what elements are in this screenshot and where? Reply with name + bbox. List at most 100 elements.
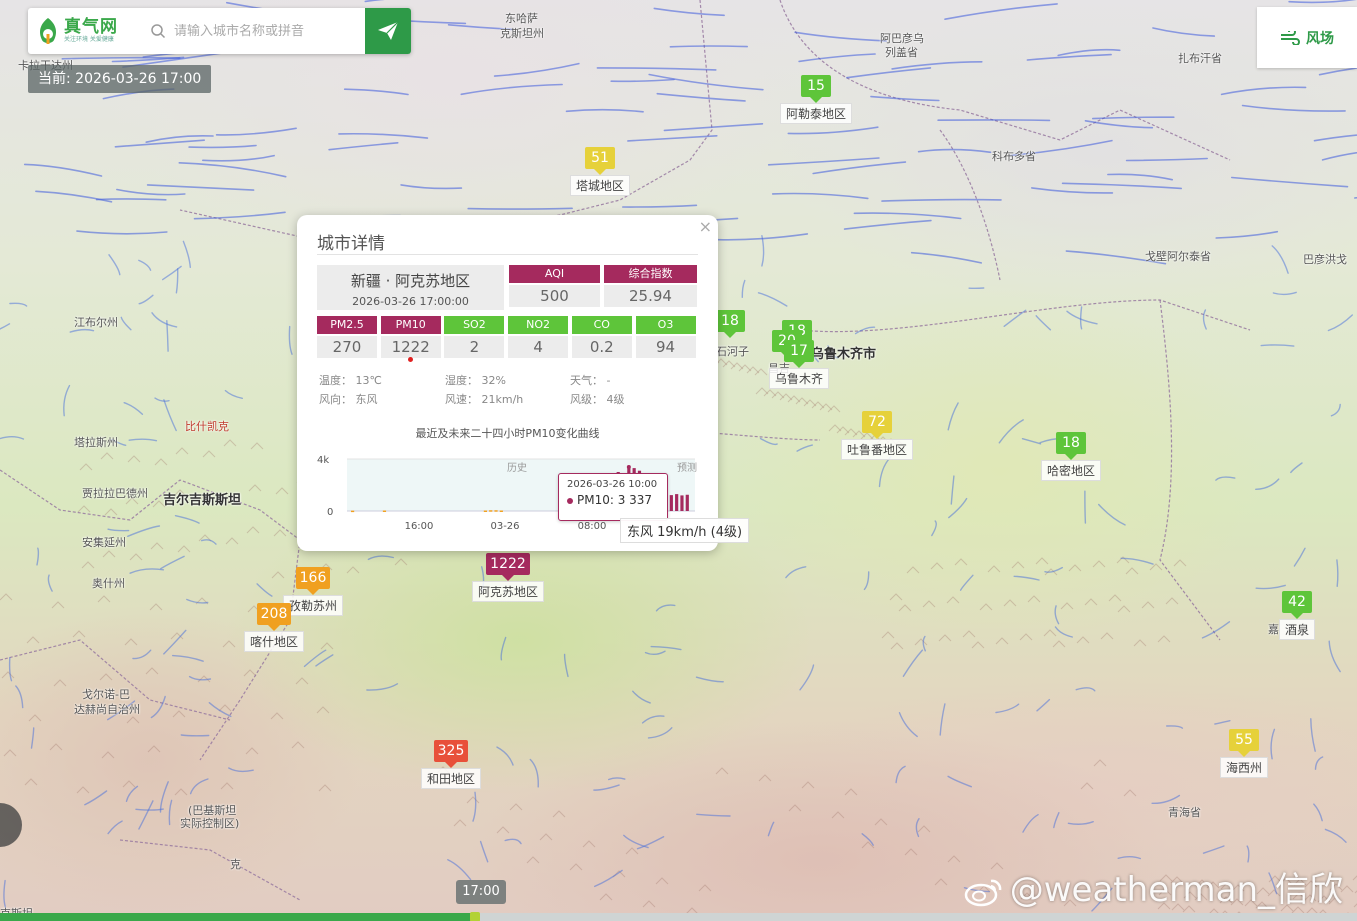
wind-streamline xyxy=(467,207,573,210)
wind-streamline xyxy=(1120,557,1154,565)
wind-streamline xyxy=(944,3,1058,20)
wind-streamline xyxy=(1215,230,1279,239)
wind-streamline xyxy=(114,139,205,148)
ridge-shape xyxy=(1165,597,1179,605)
city-search-input[interactable] xyxy=(174,23,354,39)
marker-city-name: 吐鲁番地区 xyxy=(840,439,914,460)
wind-streamline xyxy=(636,836,665,850)
ridge-shape xyxy=(79,463,93,471)
wind-streamline xyxy=(1044,566,1063,573)
pm10-forecast-bar xyxy=(680,495,684,511)
wind-streamline xyxy=(950,475,955,505)
wind-streamline xyxy=(563,653,569,678)
tooltip-time: 2026-03-26 10:00 xyxy=(567,479,658,490)
wind-streamline xyxy=(338,132,429,139)
wind-streamline xyxy=(787,126,879,135)
pollutant-cell: PM2.5 270 xyxy=(317,316,377,358)
aqi-badge: 42 xyxy=(1281,591,1312,619)
chart-tooltip: 2026-03-26 10:00 PM10: 3 337 xyxy=(558,473,668,521)
pm10-bar xyxy=(483,510,487,512)
ridge-shape xyxy=(295,677,309,685)
wind-level: 风级： 4级 xyxy=(570,393,625,406)
marker-city-name: 阿克苏地区 xyxy=(471,581,545,602)
ridge-shape xyxy=(801,781,815,789)
aqi-marker[interactable]: 325 和田地区 xyxy=(420,740,482,789)
series-dot-icon xyxy=(567,497,573,504)
wind-streamline xyxy=(8,657,13,682)
wind-streamline xyxy=(853,212,962,220)
aqi-cell: AQI 500 xyxy=(509,265,600,307)
aqi-badge: 17 xyxy=(783,340,814,368)
wind-streamline xyxy=(741,279,746,298)
wind-streamline xyxy=(47,574,53,592)
wind-streamline xyxy=(1202,309,1207,330)
close-icon[interactable]: × xyxy=(699,217,712,236)
wind-streamline xyxy=(504,838,522,845)
wind-streamline xyxy=(166,320,169,352)
primary-pollutant-dot-icon xyxy=(407,357,413,362)
aqi-marker[interactable]: 1222 阿克苏地区 xyxy=(471,553,545,602)
aqi-marker[interactable]: 51 塔城地区 xyxy=(569,147,631,196)
wind-streamline xyxy=(303,649,327,668)
wind-streamline xyxy=(596,67,717,71)
aqi-marker[interactable]: 208 喀什地区 xyxy=(243,603,305,652)
ridge-shape xyxy=(904,848,918,856)
pollutant-label: O3 xyxy=(635,316,696,334)
wind-streamline xyxy=(366,683,399,691)
aqi-marker[interactable]: 17 乌鲁木齐 xyxy=(768,340,830,389)
search-button[interactable] xyxy=(365,8,411,54)
map-place-label: 青海省 xyxy=(1168,806,1201,819)
ridge-shape xyxy=(394,558,408,566)
wind-streamline xyxy=(1013,575,1040,581)
ridge-shape xyxy=(1093,759,1107,767)
wind-streamline xyxy=(1061,182,1182,190)
ridge-shape xyxy=(453,819,467,827)
wind-streamline xyxy=(1255,478,1280,490)
map-place-label: 安集延州 xyxy=(82,536,126,549)
aqi-marker[interactable]: 18 xyxy=(715,310,745,338)
wind-streamline xyxy=(224,389,243,399)
wind-streamline xyxy=(160,555,185,570)
aqi-marker[interactable]: 15 阿勒泰地区 xyxy=(779,75,853,124)
pollutant-label: SO2 xyxy=(444,316,505,334)
wind-streamline xyxy=(120,316,132,331)
aqi-marker[interactable]: 42 酒泉 xyxy=(1278,591,1316,640)
wind-streamline xyxy=(1125,157,1208,162)
ridge-shape xyxy=(104,508,118,516)
ridge-shape xyxy=(906,566,920,574)
aqi-marker[interactable]: 55 海西州 xyxy=(1219,729,1269,778)
wind-streamline xyxy=(1026,53,1112,61)
wind-streamline xyxy=(1166,725,1184,729)
map-place-label: 石河子 xyxy=(716,345,749,358)
aqi-marker[interactable]: 18 哈密地区 xyxy=(1040,432,1102,481)
map-place-label: 列盖省 xyxy=(885,46,918,59)
pm10-bar xyxy=(494,510,498,512)
site-logo[interactable]: 真气网 关注环境 关爱健康 xyxy=(28,16,146,46)
wind-streamline xyxy=(959,574,974,591)
ridge-shape xyxy=(222,640,236,648)
ridge-shape xyxy=(496,826,510,834)
ridge-shape xyxy=(1352,875,1357,881)
weibo-logo-icon xyxy=(964,879,1002,906)
logo-leaf-icon xyxy=(40,18,56,44)
wind-field-toggle[interactable]: 风场 xyxy=(1257,7,1357,68)
ridge-shape xyxy=(248,484,262,492)
ridge-shape xyxy=(1027,595,1041,603)
timeline-bar[interactable] xyxy=(0,912,1357,921)
wind-streamline xyxy=(367,555,394,561)
ridge-shape xyxy=(1052,640,1066,648)
pm10-bar xyxy=(669,495,673,511)
aqi-marker[interactable]: 72 吐鲁番地区 xyxy=(840,411,914,460)
wind-tooltip: 东风 19km/h (4级) xyxy=(620,518,750,543)
ridge-shape xyxy=(938,634,952,642)
wind-icon xyxy=(1281,30,1300,45)
wind-streamline xyxy=(493,62,580,77)
wind-streamline xyxy=(159,781,169,813)
wind-streamline xyxy=(154,397,170,402)
wind-streamline xyxy=(61,56,181,60)
city-update-time: 2026-03-26 17:00:00 xyxy=(352,295,469,308)
timeline-handle[interactable] xyxy=(469,912,480,921)
ridge-shape xyxy=(26,636,40,644)
wind-streamline xyxy=(593,784,620,791)
aqi-badge: 18 xyxy=(1055,432,1086,460)
